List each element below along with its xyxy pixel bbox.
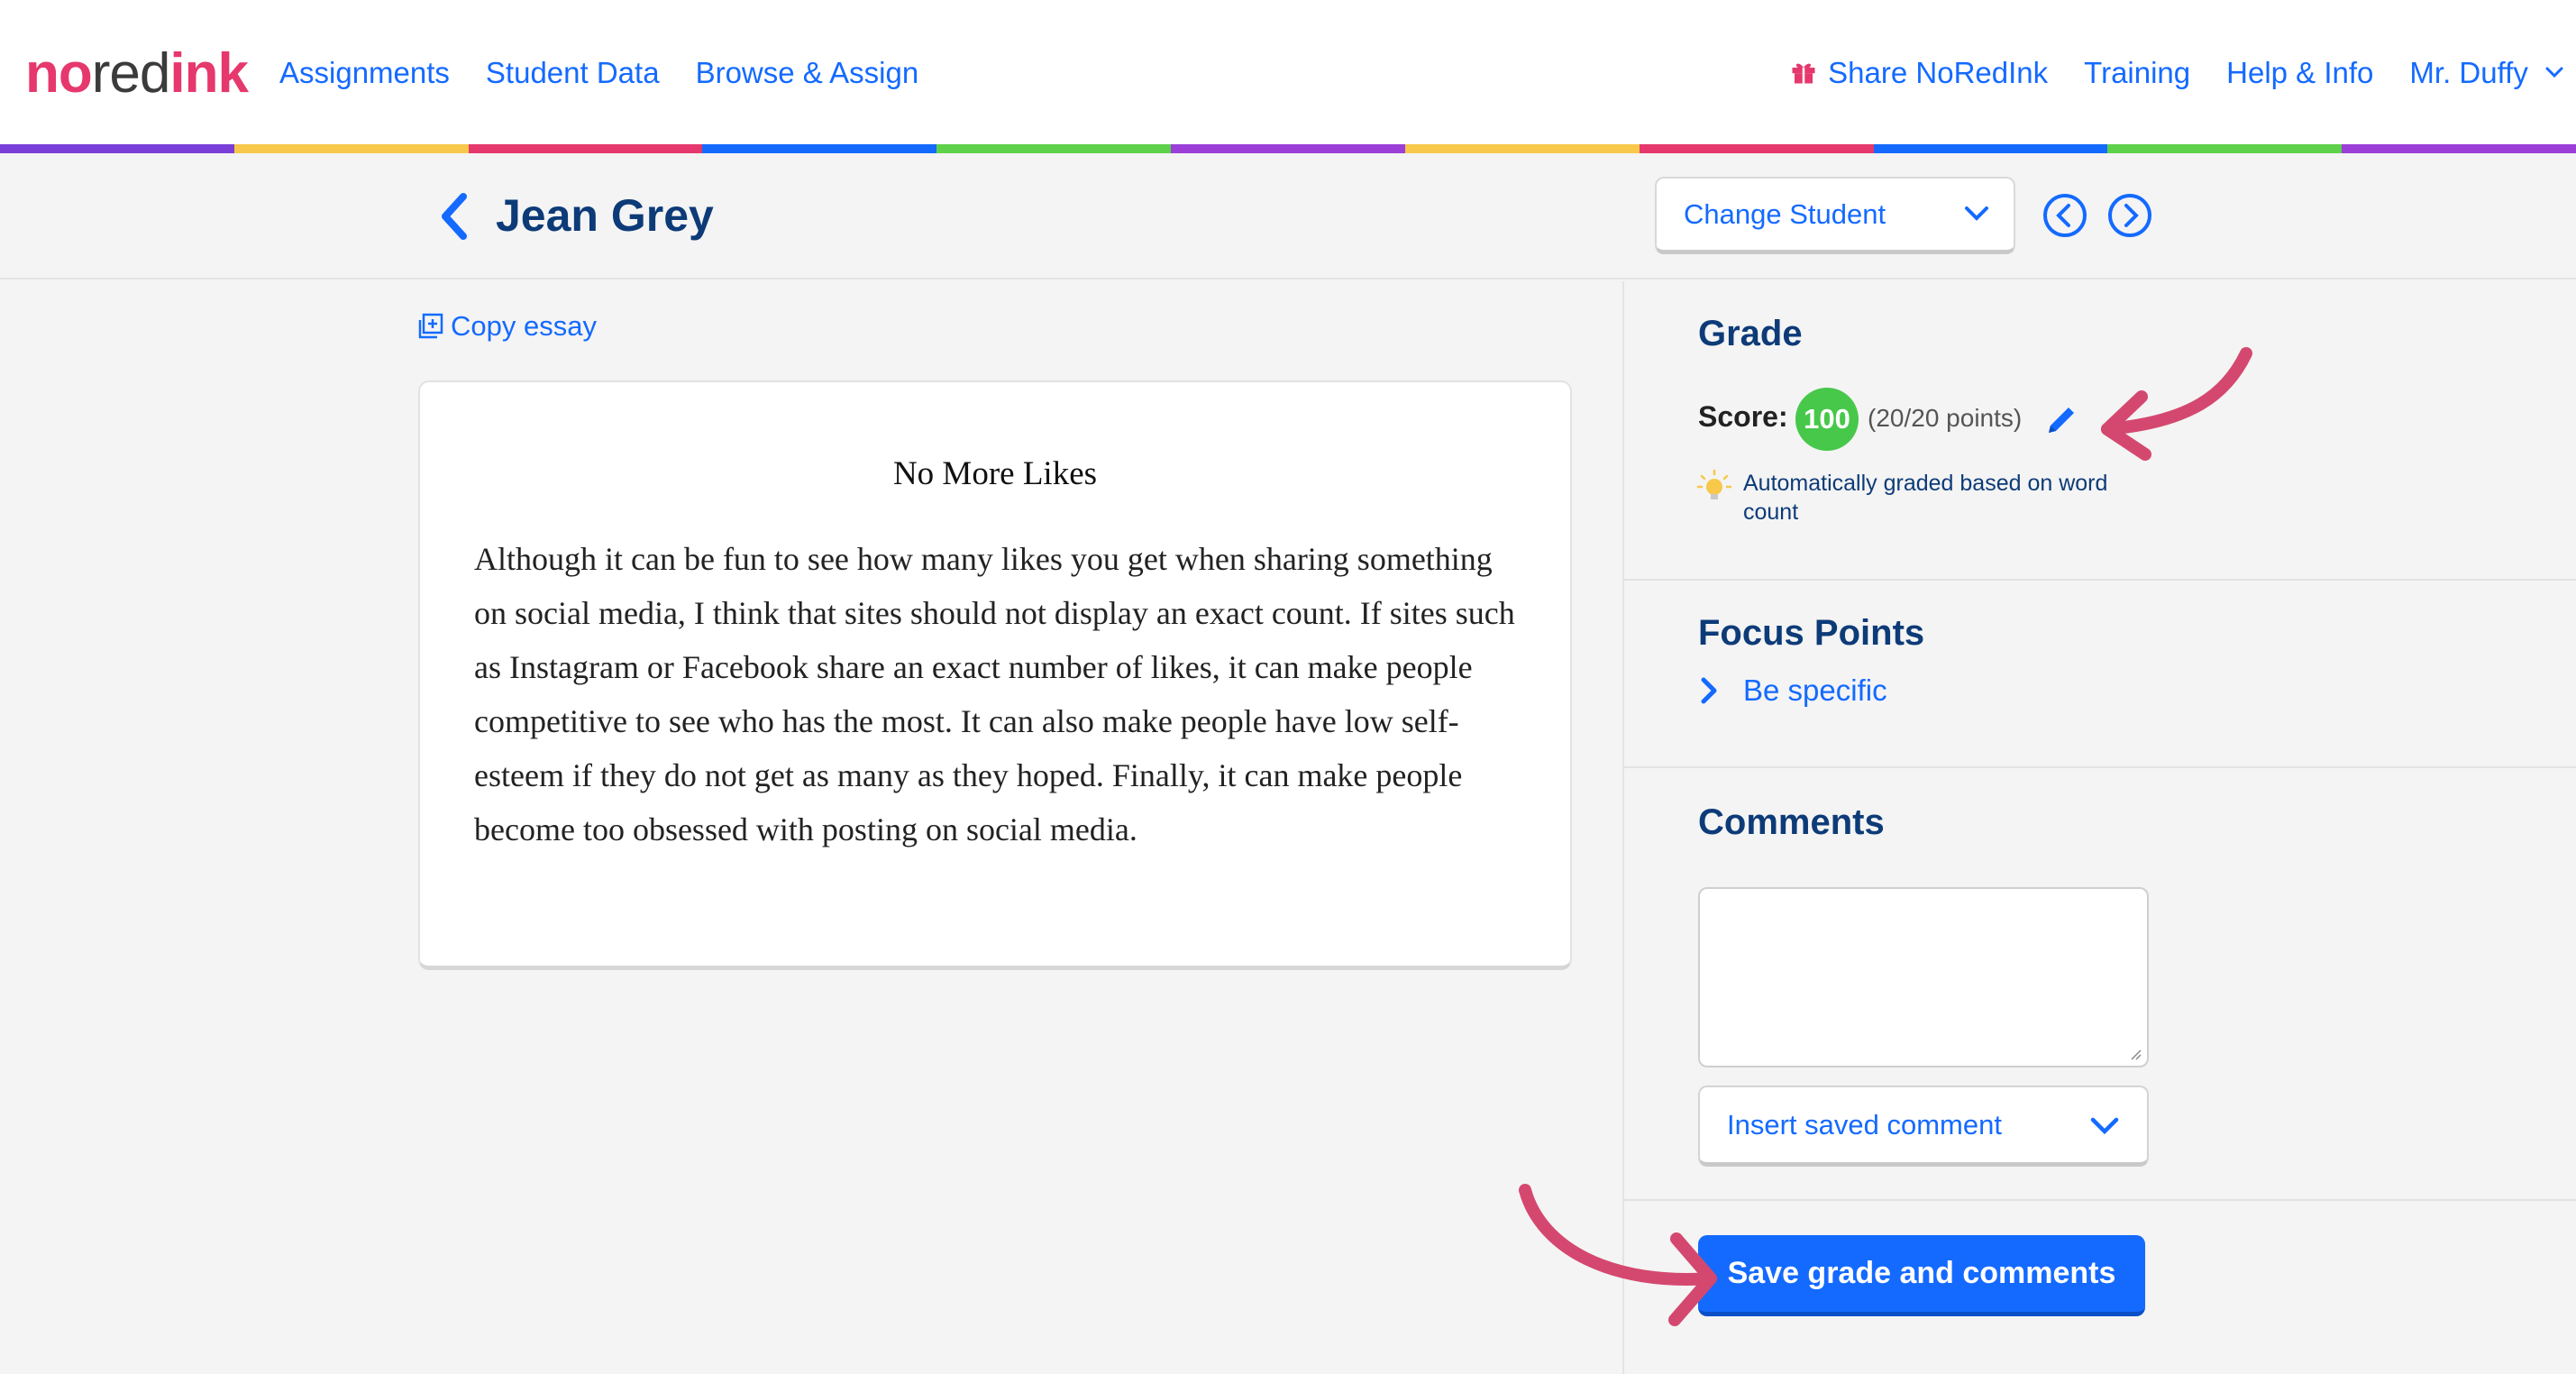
essay-body: Although it can be fun to see how many l…	[474, 541, 1515, 847]
top-navigation: noredink Assignments Student Data Browse…	[0, 0, 2576, 144]
user-menu[interactable]: Mr. Duffy	[2409, 52, 2565, 94]
rainbow-segment	[2342, 144, 2576, 153]
student-name: Jean Grey	[496, 190, 714, 241]
copy-essay-button[interactable]: Copy essay	[416, 305, 597, 348]
student-header: Jean Grey Change Student	[0, 153, 2576, 279]
copy-icon	[418, 313, 443, 339]
rainbow-segment	[0, 144, 234, 153]
rainbow-segment	[1171, 144, 1405, 153]
back-chevron-icon[interactable]	[436, 189, 472, 243]
rainbow-stripe	[0, 144, 2576, 153]
save-grade-button[interactable]: Save grade and comments	[1698, 1235, 2145, 1316]
essay-title: No More Likes	[892, 455, 1098, 492]
noredink-logo[interactable]: noredink	[25, 38, 249, 110]
nav-link-assignments[interactable]: Assignments	[279, 52, 450, 94]
comments-heading: Comments	[1698, 802, 1885, 842]
share-noredink-link[interactable]: Share NoRedInk	[1790, 52, 2048, 94]
secondary-nav: Share NoRedInk Training Help & Info Mr. …	[1790, 52, 2565, 94]
focus-point-label: Be specific	[1743, 673, 1887, 707]
chevron-down-icon	[2545, 67, 2563, 78]
nav-link-help-info[interactable]: Help & Info	[2226, 52, 2373, 94]
comment-textarea[interactable]	[1698, 887, 2149, 1067]
insert-saved-comment-label: Insert saved comment	[1727, 1108, 2002, 1140]
copy-essay-label: Copy essay	[451, 310, 597, 342]
section-divider	[1624, 1199, 2576, 1201]
rainbow-segment	[2107, 144, 2343, 153]
rainbow-segment	[468, 144, 703, 153]
resize-handle-icon[interactable]	[2127, 1046, 2142, 1060]
change-student-dropdown[interactable]: Change Student	[1655, 177, 2015, 254]
section-divider	[1624, 766, 2576, 768]
score-label: Score:	[1698, 400, 1788, 433]
change-student-label: Change Student	[1684, 197, 1886, 230]
rainbow-segment	[1404, 144, 1640, 153]
rainbow-segment	[233, 144, 469, 153]
grade-heading: Grade	[1698, 314, 1803, 353]
primary-nav: Assignments Student Data Browse & Assign	[279, 52, 918, 94]
gift-icon	[1792, 63, 1815, 84]
section-divider	[1624, 579, 2576, 581]
focus-point-be-specific[interactable]: Be specific	[1696, 673, 1887, 709]
next-student-icon[interactable]	[2107, 193, 2152, 238]
chevron-right-icon	[1701, 677, 1717, 704]
insert-saved-comment-dropdown[interactable]: Insert saved comment	[1698, 1085, 2149, 1167]
share-noredink-label: Share NoRedInk	[1828, 56, 2049, 89]
annotation-arrow-icon	[1519, 1184, 1717, 1326]
logo-part-no: no	[25, 42, 93, 105]
auto-graded-note: Automatically graded based on word count	[1743, 471, 2108, 525]
annotation-arrow-icon	[2101, 347, 2252, 461]
lightbulb-icon	[1696, 469, 1732, 499]
rainbow-segment	[936, 144, 1172, 153]
chevron-down-icon	[1965, 206, 1988, 221]
chevron-down-icon	[2090, 1117, 2119, 1135]
focus-points-heading: Focus Points	[1698, 613, 1925, 653]
nav-link-student-data[interactable]: Student Data	[486, 52, 660, 94]
logo-part-ink: ink	[169, 42, 249, 105]
rainbow-segment	[1639, 144, 1874, 153]
user-name: Mr. Duffy	[2409, 56, 2528, 89]
rainbow-segment	[702, 144, 937, 153]
previous-student-icon[interactable]	[2042, 193, 2087, 238]
nav-link-browse-assign[interactable]: Browse & Assign	[696, 52, 919, 94]
logo-part-red: red	[91, 42, 171, 105]
edit-score-pencil-icon[interactable]	[2043, 402, 2079, 438]
score-points: (20/20 points)	[1868, 404, 2023, 432]
nav-link-training[interactable]: Training	[2084, 52, 2190, 94]
rainbow-segment	[1873, 144, 2108, 153]
score-badge: 100	[1795, 388, 1859, 451]
essay-card: No More Likes Although it can be fun to …	[418, 380, 1572, 970]
